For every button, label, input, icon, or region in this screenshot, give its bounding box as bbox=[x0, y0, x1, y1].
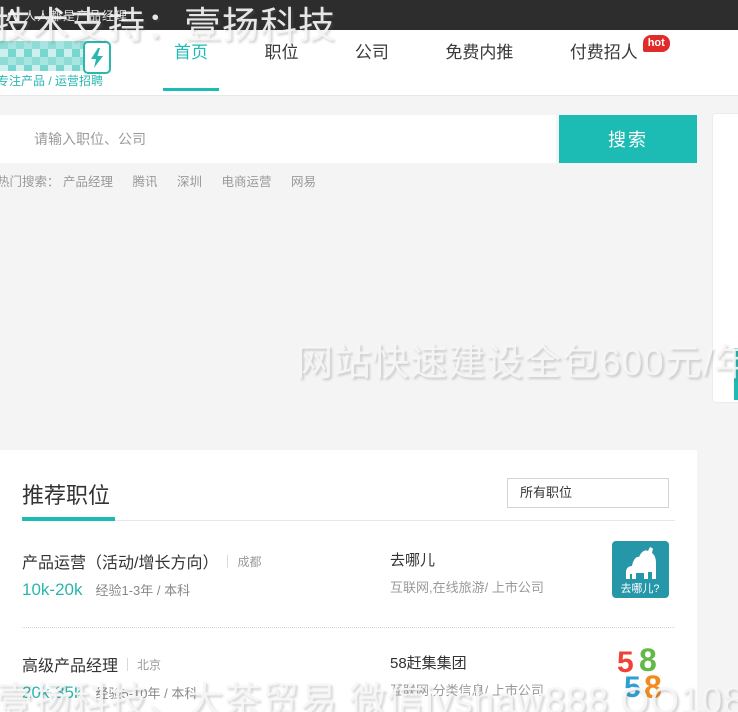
header: 专注产品 / 运营招聘 首页 职位 公司 免费内推 付费招人hot bbox=[0, 30, 738, 96]
hot-term-netease[interactable]: 网易 bbox=[291, 175, 316, 189]
hot-term-tencent[interactable]: 腾讯 bbox=[133, 175, 158, 189]
logo58-char: 8 bbox=[644, 669, 662, 701]
hot-search-label: 热门搜索： bbox=[0, 175, 60, 189]
job-salary: 10k-20k bbox=[22, 580, 82, 600]
site-name[interactable]: 人人都是产品经理 bbox=[24, 7, 128, 24]
section-title: 推荐职位 bbox=[22, 478, 110, 510]
qunar-logo-text: 去哪儿? bbox=[620, 582, 659, 595]
logo58-char: 5 bbox=[624, 671, 641, 701]
company-name[interactable]: 去哪儿 bbox=[390, 549, 435, 570]
main-nav: 首页 职位 公司 免费内推 付费招人hot bbox=[174, 30, 690, 95]
job-listing[interactable]: 产品运营（活动/增长方向） 成都 10k-20k 经验1-3年 / 本科 去哪儿… bbox=[22, 544, 675, 628]
topbar: 人人都是产品经理 bbox=[0, 0, 738, 30]
section-divider-accent bbox=[22, 517, 115, 521]
company-description: 互联网,在线旅游/ 上市公司 bbox=[390, 577, 544, 596]
nav-item-paid-recruiting-label: 付费招人 bbox=[570, 43, 638, 62]
nav-item-jobs[interactable]: 职位 bbox=[264, 30, 298, 92]
qunar-camel-logo: 去哪儿? bbox=[612, 541, 669, 598]
job-salary-line: 20k-35k 经验5-10年 / 本科 bbox=[22, 683, 197, 703]
nav-item-paid-recruiting[interactable]: 付费招人hot bbox=[570, 30, 638, 92]
job-listing[interactable]: 高级产品经理 北京 20k-35k 经验5-10年 / 本科 58赶集集团 互联… bbox=[22, 647, 675, 712]
job-city: 成都 bbox=[237, 553, 261, 570]
logo-tagline: 专注产品 / 运营招聘 bbox=[0, 72, 103, 89]
nav-item-free-referral[interactable]: 免费内推 bbox=[445, 30, 513, 92]
job-filter-dropdown[interactable]: 所有职位 bbox=[507, 478, 669, 508]
job-salary: 20k-35k bbox=[22, 683, 82, 703]
recommended-jobs-card: 推荐职位 所有职位 产品运营（活动/增长方向） 成都 10k-20k 经验1-3… bbox=[0, 450, 697, 712]
hot-search-row: 热门搜索： 产品经理 腾讯 深圳 电商运营 网易 bbox=[0, 171, 332, 190]
job-requirements: 经验1-3年 / 本科 bbox=[95, 580, 190, 599]
nav-item-home[interactable]: 首页 bbox=[174, 30, 208, 92]
search-button[interactable]: 搜索 bbox=[559, 115, 697, 163]
hot-term-ecommerce-ops[interactable]: 电商运营 bbox=[222, 175, 272, 189]
job-title[interactable]: 产品运营（活动/增长方向） bbox=[22, 549, 218, 573]
section-divider bbox=[22, 520, 675, 521]
search-input[interactable] bbox=[0, 115, 556, 163]
company-name[interactable]: 58赶集集团 bbox=[390, 652, 467, 673]
hot-badge: hot bbox=[643, 35, 670, 52]
58-ganji-logo: 5 8 5 8 bbox=[612, 644, 669, 701]
job-requirements: 经验5-10年 / 本科 bbox=[95, 683, 197, 702]
job-title-line: 产品运营（活动/增长方向） 成都 bbox=[22, 549, 261, 573]
company-description: 互联网,分类信息/ 上市公司 bbox=[390, 680, 544, 699]
nav-item-companies[interactable]: 公司 bbox=[355, 30, 389, 92]
watermark-middle: 网站快速建设全包600元/年 bbox=[296, 332, 738, 386]
hot-term-product-manager[interactable]: 产品经理 bbox=[63, 175, 113, 189]
page: 人人都是产品经理 专注产品 / 运营招聘 首页 职位 公司 免费内推 付费招人h… bbox=[0, 0, 738, 712]
job-salary-line: 10k-20k 经验1-3年 / 本科 bbox=[22, 580, 190, 600]
right-panel-accent-strip bbox=[734, 348, 738, 400]
divider bbox=[127, 658, 128, 671]
lightning-bolt-icon bbox=[83, 41, 111, 74]
divider bbox=[227, 555, 228, 568]
job-title[interactable]: 高级产品经理 bbox=[22, 652, 118, 676]
hot-term-shenzhen[interactable]: 深圳 bbox=[177, 175, 202, 189]
woshipm-logo-icon bbox=[4, 7, 20, 23]
job-city: 北京 bbox=[137, 656, 161, 673]
job-title-line: 高级产品经理 北京 bbox=[22, 652, 161, 676]
